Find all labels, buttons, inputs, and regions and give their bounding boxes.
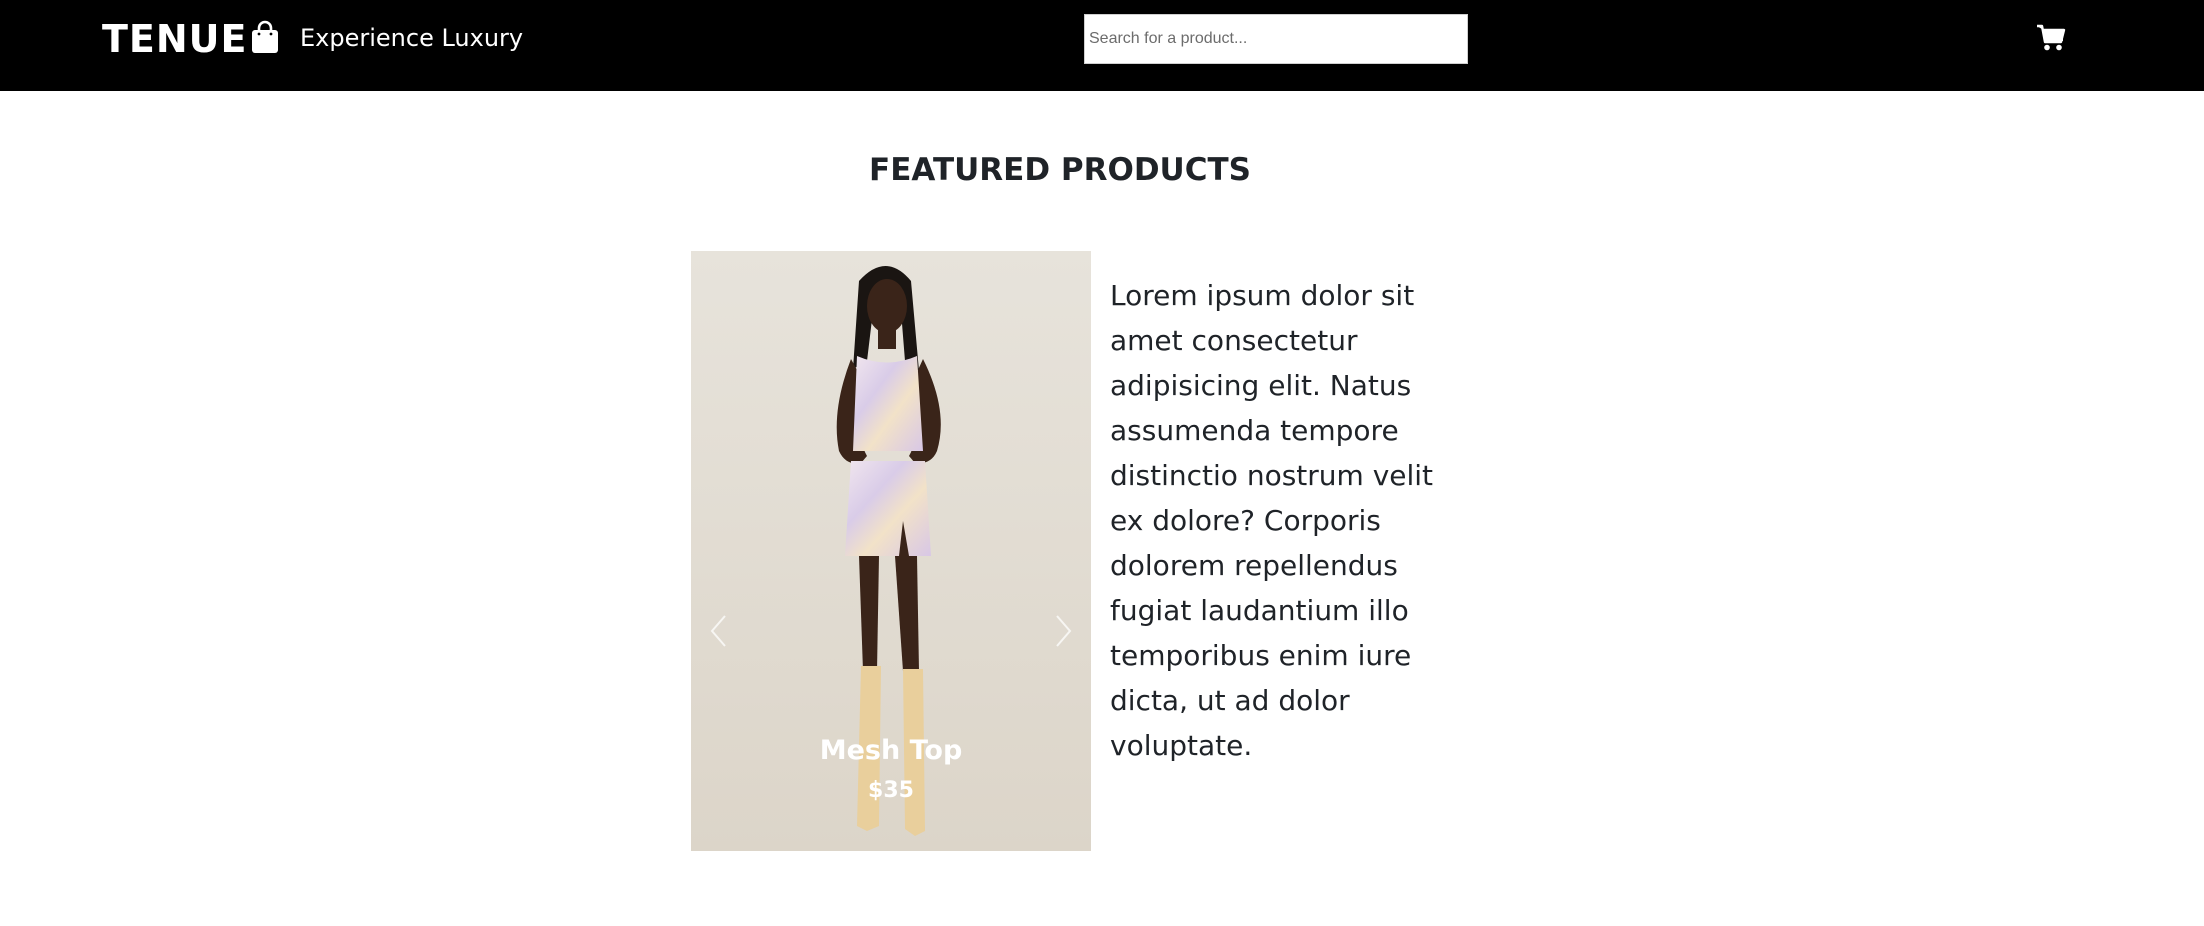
product-name: Mesh Top [819,735,963,766]
shopping-bag-icon [250,20,280,54]
shopping-cart-icon[interactable] [2036,24,2066,52]
section-title: FEATURED PRODUCTS [869,152,1251,188]
top-navbar: TENUE Experience Luxury [0,0,2204,91]
product-carousel[interactable]: Mesh Top $35 [691,251,1091,851]
chevron-right-icon [1056,615,1072,647]
tagline: Experience Luxury [300,24,524,52]
search-input[interactable] [1084,14,1468,64]
brand-logo[interactable]: TENUE [102,14,248,64]
product-price: $35 [868,778,914,803]
chevron-left-icon [710,615,726,647]
carousel-next-button[interactable] [1043,601,1083,661]
carousel-prev-button[interactable] [699,601,739,661]
product-description: Lorem ipsum dolor sit amet consectetur a… [1110,279,1434,762]
